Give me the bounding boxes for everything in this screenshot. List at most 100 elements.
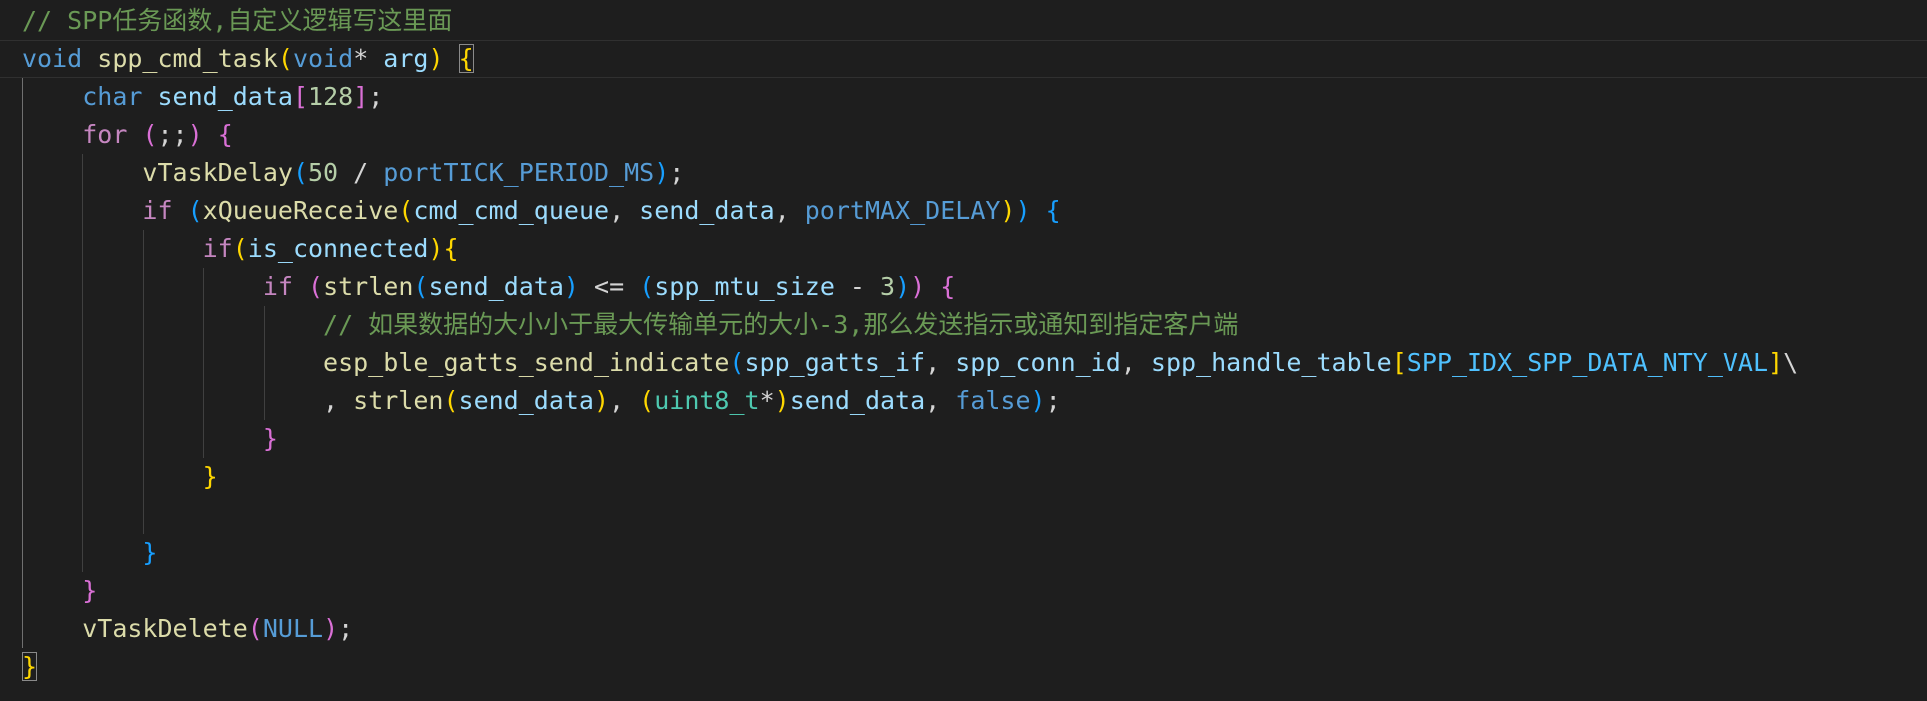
code-token: ( xyxy=(247,614,263,643)
code-token: NULL xyxy=(262,614,324,643)
code-line-text: , strlen(send_data), (uint8_t*)send_data… xyxy=(22,382,1061,420)
code-line[interactable]: } xyxy=(0,572,1927,610)
code-token: char xyxy=(82,82,143,111)
indent-guide xyxy=(82,154,84,572)
code-token: , xyxy=(609,196,640,225)
code-token: for xyxy=(82,120,128,149)
code-token: spp_handle_table xyxy=(1150,348,1392,377)
code-line[interactable]: } xyxy=(0,458,1927,496)
code-token: } xyxy=(142,538,158,567)
code-line-text: vTaskDelete(NULL); xyxy=(22,610,353,648)
code-token: spp_cmd_task xyxy=(97,44,278,73)
code-token: } xyxy=(22,652,38,681)
code-token: * xyxy=(353,44,384,73)
code-token: arg xyxy=(383,44,429,73)
code-token: , xyxy=(925,348,956,377)
code-line[interactable]: if (xQueueReceive(cmd_cmd_queue, send_da… xyxy=(0,192,1927,230)
code-token: [ xyxy=(292,82,309,111)
code-token: ( xyxy=(729,348,745,377)
code-line[interactable]: esp_ble_gatts_send_indicate(spp_gatts_if… xyxy=(0,344,1927,382)
code-token: ( xyxy=(398,196,414,225)
code-line[interactable]: char send_data[128]; xyxy=(0,78,1927,116)
code-line-text: char send_data[128]; xyxy=(22,78,383,116)
code-line[interactable]: vTaskDelay(50 / portTICK_PERIOD_MS); xyxy=(0,154,1927,192)
code-line[interactable]: if (strlen(send_data) <= (spp_mtu_size -… xyxy=(0,268,1927,306)
code-token: { xyxy=(217,120,233,149)
code-token: / xyxy=(338,158,384,187)
code-token: \ xyxy=(1783,348,1799,377)
code-token: ( xyxy=(292,158,308,187)
code-token: <= xyxy=(578,272,640,301)
code-token: false xyxy=(955,386,1031,415)
code-line-text: } xyxy=(22,458,218,496)
code-token: ] xyxy=(353,82,369,111)
code-token: ) xyxy=(187,120,203,149)
code-line-text: } xyxy=(22,572,97,610)
code-line-text: vTaskDelay(50 / portTICK_PERIOD_MS); xyxy=(22,154,684,192)
code-token: ) xyxy=(563,272,579,301)
code-token: vTaskDelete xyxy=(82,614,248,643)
code-line[interactable]: } xyxy=(0,534,1927,572)
code-token: ; xyxy=(669,158,685,187)
code-token: send_data xyxy=(157,82,293,111)
code-token: } xyxy=(262,424,278,453)
code-token: vTaskDelay xyxy=(142,158,293,187)
code-token: ( xyxy=(413,272,429,301)
code-line[interactable] xyxy=(0,496,1927,534)
code-editor[interactable]: // SPP任务函数,自定义逻辑写这里面 void spp_cmd_task(vo… xyxy=(0,0,1927,701)
code-line[interactable]: // 如果数据的大小小于最大传输单元的大小-3,那么发送指示或通知到指定客户端 xyxy=(0,306,1927,344)
code-token: , xyxy=(774,196,805,225)
code-line[interactable]: for (;;) { xyxy=(0,116,1927,154)
code-token: ;; xyxy=(157,120,188,149)
code-token: portMAX_DELAY xyxy=(804,196,1001,225)
code-token: if xyxy=(202,234,233,263)
code-token: spp_conn_id xyxy=(955,348,1121,377)
code-token: strlen xyxy=(323,272,414,301)
code-token: ; xyxy=(1045,386,1061,415)
code-token: ) xyxy=(654,158,670,187)
code-line[interactable]: } xyxy=(0,420,1927,458)
code-line[interactable]: vTaskDelete(NULL); xyxy=(0,610,1927,648)
code-line[interactable]: , strlen(send_data), (uint8_t*)send_data… xyxy=(0,382,1927,420)
code-token: esp_ble_gatts_send_indicate xyxy=(323,348,730,377)
code-line-text: esp_ble_gatts_send_indicate(spp_gatts_if… xyxy=(22,344,1798,382)
code-token: { xyxy=(458,44,474,73)
indent-guide xyxy=(203,268,205,458)
code-token: { xyxy=(940,272,956,301)
code-line-text: if (strlen(send_data) <= (spp_mtu_size -… xyxy=(22,268,956,306)
code-token: void xyxy=(292,44,354,73)
code-token: ; xyxy=(338,614,354,643)
code-token: ) xyxy=(774,386,790,415)
code-token: , xyxy=(1120,348,1151,377)
code-token: { xyxy=(443,234,459,263)
code-line[interactable]: void spp_cmd_task(void* arg) { xyxy=(0,40,1927,78)
code-token: uint8_t xyxy=(654,386,760,415)
code-token: send_data xyxy=(789,386,926,415)
code-token: ( xyxy=(187,196,203,225)
code-line-text: if (xQueueReceive(cmd_cmd_queue, send_da… xyxy=(22,192,1061,230)
code-line[interactable]: if(is_connected){ xyxy=(0,230,1927,268)
code-token: if xyxy=(142,196,173,225)
code-line[interactable]: // SPP任务函数,自定义逻辑写这里面 xyxy=(0,2,1927,40)
code-token: ) xyxy=(323,614,339,643)
code-token: - xyxy=(834,272,881,301)
code-token: ( xyxy=(277,44,293,73)
code-line[interactable]: } xyxy=(0,648,1927,686)
code-token: ( xyxy=(142,120,158,149)
code-token: , xyxy=(609,386,640,415)
code-token: portTICK_PERIOD_MS xyxy=(383,158,655,187)
code-token: send_data xyxy=(458,386,594,415)
code-token: ( xyxy=(308,272,324,301)
code-token: { xyxy=(1045,196,1061,225)
indent-guide xyxy=(263,306,265,420)
code-token: 128 xyxy=(308,82,354,111)
